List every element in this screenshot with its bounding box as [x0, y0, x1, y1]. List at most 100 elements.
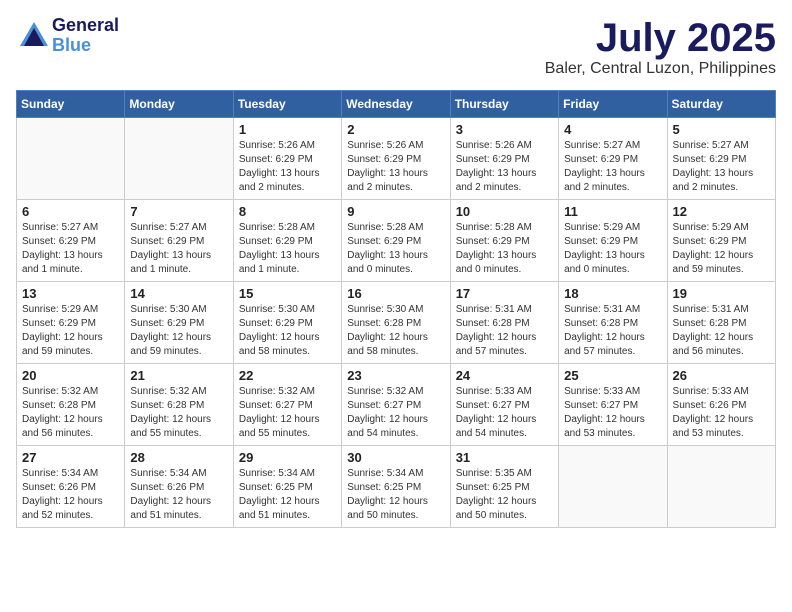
day-info: Sunrise: 5:27 AM Sunset: 6:29 PM Dayligh…	[564, 139, 661, 195]
table-row: 11 Sunrise: 5:29 AM Sunset: 6:29 PM Dayli…	[559, 200, 667, 282]
logo-icon	[16, 18, 52, 54]
table-row: 30Sunrise: 5:34 AM Sunset: 6:25 PM Dayli…	[342, 446, 450, 528]
calendar-header-row: Sunday Monday Tuesday Wednesday Thursday…	[17, 91, 776, 118]
day-info: Sunrise: 5:32 AM Sunset: 6:27 PM Dayligh…	[347, 385, 444, 441]
day-number: 9	[347, 204, 444, 219]
table-row: 27Sunrise: 5:34 AM Sunset: 6:26 PM Dayli…	[17, 446, 125, 528]
table-row	[559, 446, 667, 528]
table-row: 13 Sunrise: 5:29 AM Sunset: 6:29 PM Dayli…	[17, 282, 125, 364]
day-number: 18	[564, 286, 661, 301]
day-info: Sunrise: 5:32 AM Sunset: 6:27 PM Dayligh…	[239, 385, 336, 441]
calendar-week-row: 27Sunrise: 5:34 AM Sunset: 6:26 PM Dayli…	[17, 446, 776, 528]
table-row: 9Sunrise: 5:28 AM Sunset: 6:29 PM Daylig…	[342, 200, 450, 282]
day-info: Sunrise: 5:30 AM Sunset: 6:29 PM Dayligh…	[130, 303, 227, 359]
day-number: 6	[22, 204, 119, 219]
table-row: 7 Sunrise: 5:27 AM Sunset: 6:29 PM Daylig…	[125, 200, 233, 282]
day-number: 3	[456, 122, 553, 137]
day-info: Sunrise: 5:30 AM Sunset: 6:28 PM Dayligh…	[347, 303, 444, 359]
day-number: 11	[564, 204, 661, 219]
table-row: 22 Sunrise: 5:32 AM Sunset: 6:27 PM Dayli…	[233, 364, 341, 446]
day-number: 13	[22, 286, 119, 301]
day-number: 10	[456, 204, 553, 219]
calendar-table: Sunday Monday Tuesday Wednesday Thursday…	[16, 90, 776, 528]
day-info: Sunrise: 5:27 AM Sunset: 6:29 PM Dayligh…	[22, 221, 119, 277]
calendar-week-row: 13 Sunrise: 5:29 AM Sunset: 6:29 PM Dayli…	[17, 282, 776, 364]
day-info: Sunrise: 5:29 AM Sunset: 6:29 PM Dayligh…	[22, 303, 119, 359]
day-info: Sunrise: 5:33 AM Sunset: 6:27 PM Dayligh…	[564, 385, 661, 441]
day-number: 14	[130, 286, 227, 301]
day-number: 4	[564, 122, 661, 137]
table-row: 24 Sunrise: 5:33 AM Sunset: 6:27 PM Dayli…	[450, 364, 558, 446]
day-info: Sunrise: 5:26 AM Sunset: 6:29 PM Dayligh…	[456, 139, 553, 195]
day-info: Sunrise: 5:31 AM Sunset: 6:28 PM Dayligh…	[564, 303, 661, 359]
day-number: 23	[347, 368, 444, 383]
table-row	[125, 118, 233, 200]
day-number: 19	[673, 286, 770, 301]
day-number: 1	[239, 122, 336, 137]
day-info: Sunrise: 5:34 AM Sunset: 6:25 PM Dayligh…	[239, 467, 336, 523]
day-number: 31	[456, 450, 553, 465]
day-number: 8	[239, 204, 336, 219]
table-row: 1 Sunrise: 5:26 AM Sunset: 6:29 PM Daylig…	[233, 118, 341, 200]
table-row: 8 Sunrise: 5:28 AM Sunset: 6:29 PM Daylig…	[233, 200, 341, 282]
table-row: 25 Sunrise: 5:33 AM Sunset: 6:27 PM Dayli…	[559, 364, 667, 446]
day-info: Sunrise: 5:29 AM Sunset: 6:29 PM Dayligh…	[673, 221, 770, 277]
day-number: 24	[456, 368, 553, 383]
day-info: Sunrise: 5:34 AM Sunset: 6:26 PM Dayligh…	[22, 467, 119, 523]
day-info: Sunrise: 5:31 AM Sunset: 6:28 PM Dayligh…	[673, 303, 770, 359]
day-number: 16	[347, 286, 444, 301]
day-number: 25	[564, 368, 661, 383]
header-monday: Monday	[125, 91, 233, 118]
day-number: 21	[130, 368, 227, 383]
calendar-week-row: 20 Sunrise: 5:32 AM Sunset: 6:28 PM Dayli…	[17, 364, 776, 446]
logo-general: General	[52, 16, 119, 36]
table-row: 26 Sunrise: 5:33 AM Sunset: 6:26 PM Dayli…	[667, 364, 775, 446]
day-number: 7	[130, 204, 227, 219]
day-info: Sunrise: 5:34 AM Sunset: 6:25 PM Dayligh…	[347, 467, 444, 523]
day-info: Sunrise: 5:26 AM Sunset: 6:29 PM Dayligh…	[347, 139, 444, 195]
day-number: 22	[239, 368, 336, 383]
table-row: 23 Sunrise: 5:32 AM Sunset: 6:27 PM Dayli…	[342, 364, 450, 446]
table-row: 19 Sunrise: 5:31 AM Sunset: 6:28 PM Dayli…	[667, 282, 775, 364]
day-info: Sunrise: 5:29 AM Sunset: 6:29 PM Dayligh…	[564, 221, 661, 277]
table-row: 6 Sunrise: 5:27 AM Sunset: 6:29 PM Daylig…	[17, 200, 125, 282]
table-row: 29Sunrise: 5:34 AM Sunset: 6:25 PM Dayli…	[233, 446, 341, 528]
table-row: 18 Sunrise: 5:31 AM Sunset: 6:28 PM Dayli…	[559, 282, 667, 364]
title-block: July 2025 Baler, Central Luzon, Philippi…	[545, 16, 776, 78]
day-info: Sunrise: 5:32 AM Sunset: 6:28 PM Dayligh…	[22, 385, 119, 441]
day-number: 20	[22, 368, 119, 383]
day-number: 28	[130, 450, 227, 465]
table-row: 15Sunrise: 5:30 AM Sunset: 6:29 PM Dayli…	[233, 282, 341, 364]
day-info: Sunrise: 5:27 AM Sunset: 6:29 PM Dayligh…	[673, 139, 770, 195]
table-row: 28 Sunrise: 5:34 AM Sunset: 6:26 PM Dayli…	[125, 446, 233, 528]
table-row: 17 Sunrise: 5:31 AM Sunset: 6:28 PM Dayli…	[450, 282, 558, 364]
header-saturday: Saturday	[667, 91, 775, 118]
day-number: 5	[673, 122, 770, 137]
day-info: Sunrise: 5:35 AM Sunset: 6:25 PM Dayligh…	[456, 467, 553, 523]
day-info: Sunrise: 5:31 AM Sunset: 6:28 PM Dayligh…	[456, 303, 553, 359]
table-row: 3 Sunrise: 5:26 AM Sunset: 6:29 PM Daylig…	[450, 118, 558, 200]
table-row: 16 Sunrise: 5:30 AM Sunset: 6:28 PM Dayli…	[342, 282, 450, 364]
table-row: 14 Sunrise: 5:30 AM Sunset: 6:29 PM Dayli…	[125, 282, 233, 364]
table-row: 10Sunrise: 5:28 AM Sunset: 6:29 PM Dayli…	[450, 200, 558, 282]
calendar-week-row: 1 Sunrise: 5:26 AM Sunset: 6:29 PM Daylig…	[17, 118, 776, 200]
table-row: 21Sunrise: 5:32 AM Sunset: 6:28 PM Dayli…	[125, 364, 233, 446]
page-header: General Blue July 2025 Baler, Central Lu…	[16, 16, 776, 78]
day-info: Sunrise: 5:27 AM Sunset: 6:29 PM Dayligh…	[130, 221, 227, 277]
day-number: 17	[456, 286, 553, 301]
day-info: Sunrise: 5:30 AM Sunset: 6:29 PM Dayligh…	[239, 303, 336, 359]
location: Baler, Central Luzon, Philippines	[545, 60, 776, 78]
table-row: 12Sunrise: 5:29 AM Sunset: 6:29 PM Dayli…	[667, 200, 775, 282]
day-info: Sunrise: 5:33 AM Sunset: 6:27 PM Dayligh…	[456, 385, 553, 441]
table-row: 2 Sunrise: 5:26 AM Sunset: 6:29 PM Daylig…	[342, 118, 450, 200]
table-row	[667, 446, 775, 528]
day-info: Sunrise: 5:28 AM Sunset: 6:29 PM Dayligh…	[239, 221, 336, 277]
day-info: Sunrise: 5:34 AM Sunset: 6:26 PM Dayligh…	[130, 467, 227, 523]
header-sunday: Sunday	[17, 91, 125, 118]
header-tuesday: Tuesday	[233, 91, 341, 118]
logo-blue: Blue	[52, 36, 119, 56]
day-info: Sunrise: 5:33 AM Sunset: 6:26 PM Dayligh…	[673, 385, 770, 441]
day-info: Sunrise: 5:26 AM Sunset: 6:29 PM Dayligh…	[239, 139, 336, 195]
day-number: 26	[673, 368, 770, 383]
day-number: 2	[347, 122, 444, 137]
